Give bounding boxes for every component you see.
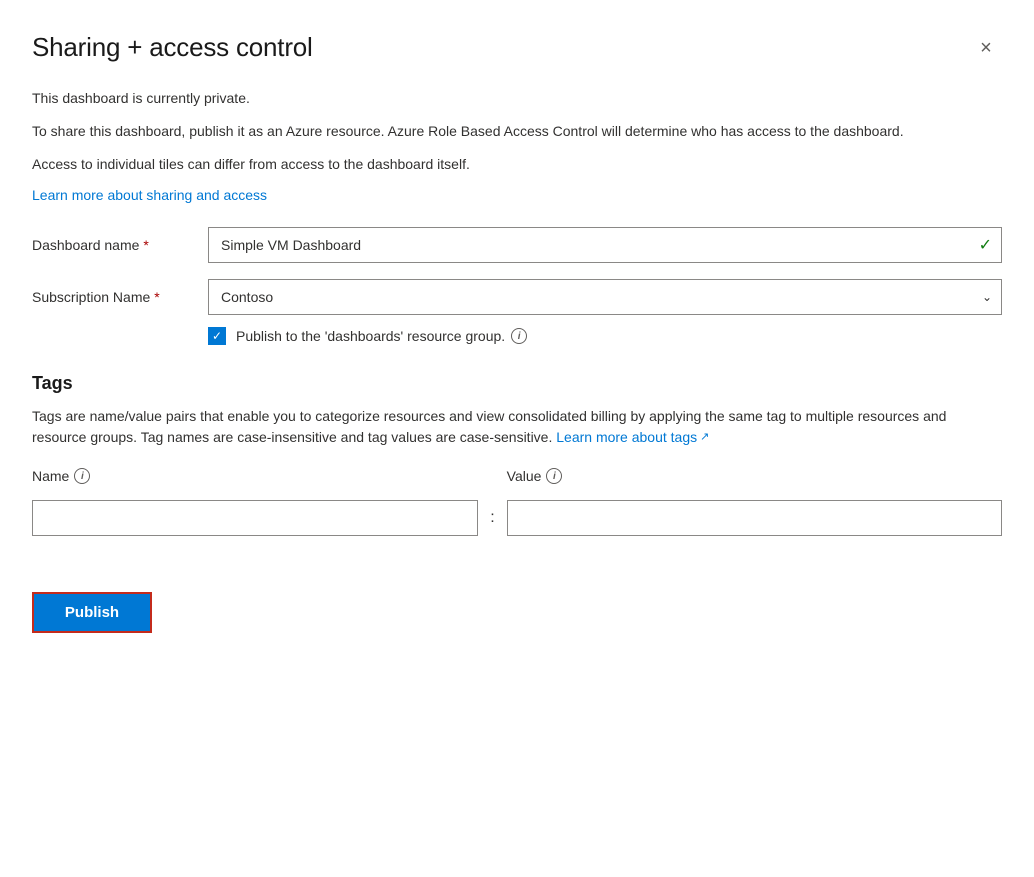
- external-link-icon: ↗: [700, 429, 709, 446]
- tags-inputs-row: :: [32, 500, 1002, 536]
- publish-info-icon[interactable]: i: [511, 328, 527, 344]
- publish-checkbox-row: ✓ Publish to the 'dashboards' resource g…: [208, 327, 1002, 345]
- tags-value-label: Value i: [507, 468, 1002, 484]
- form-section: Dashboard name * ✓ Subscription Name * ⌄: [32, 227, 1002, 315]
- value-info-icon[interactable]: i: [546, 468, 562, 484]
- required-star-name: *: [143, 237, 148, 253]
- dashboard-name-input-wrapper: ✓: [208, 227, 1002, 263]
- private-text: This dashboard is currently private.: [32, 88, 1002, 109]
- publish-checkbox[interactable]: ✓: [208, 327, 226, 345]
- learn-more-sharing-link[interactable]: Learn more about sharing and access: [32, 187, 1002, 203]
- dialog-header: Sharing + access control ×: [32, 32, 1002, 64]
- learn-more-tags-link[interactable]: Learn more about tags ↗: [556, 427, 709, 448]
- share-text: To share this dashboard, publish it as a…: [32, 121, 1002, 142]
- tiles-text: Access to individual tiles can differ fr…: [32, 154, 1002, 175]
- tags-colon-separator: :: [478, 500, 506, 536]
- subscription-name-input-wrapper: ⌄: [208, 279, 1002, 315]
- dashboard-name-row: Dashboard name * ✓: [32, 227, 1002, 263]
- subscription-name-label: Subscription Name *: [32, 289, 192, 305]
- tags-labels-row: Name i Value i: [32, 468, 1002, 492]
- publish-button[interactable]: Publish: [32, 592, 152, 633]
- tags-value-col: Value i: [507, 468, 1002, 492]
- tag-name-input[interactable]: [32, 500, 478, 536]
- dashboard-name-input[interactable]: [208, 227, 1002, 263]
- close-icon: ×: [980, 37, 992, 60]
- tags-description: Tags are name/value pairs that enable yo…: [32, 406, 1002, 448]
- tags-colon-spacer: [478, 474, 506, 492]
- footer: Publish: [32, 576, 1002, 633]
- publish-checkbox-label: Publish to the 'dashboards' resource gro…: [236, 328, 527, 344]
- tag-value-input[interactable]: [507, 500, 1002, 536]
- name-info-icon[interactable]: i: [74, 468, 90, 484]
- tags-title: Tags: [32, 373, 1002, 394]
- checkmark-icon: ✓: [979, 235, 992, 255]
- tags-name-col: Name i: [32, 468, 478, 492]
- subscription-name-input[interactable]: [208, 279, 1002, 315]
- tags-name-label: Name i: [32, 468, 478, 484]
- tags-section: Tags Tags are name/value pairs that enab…: [32, 373, 1002, 536]
- dialog-title: Sharing + access control: [32, 32, 313, 63]
- sharing-access-control-dialog: Sharing + access control × This dashboar…: [0, 0, 1034, 877]
- dashboard-name-label: Dashboard name *: [32, 237, 192, 253]
- required-star-subscription: *: [154, 289, 159, 305]
- checkbox-checkmark-icon: ✓: [212, 330, 222, 342]
- subscription-name-row: Subscription Name * ⌄: [32, 279, 1002, 315]
- close-button[interactable]: ×: [970, 32, 1002, 64]
- dialog-body: This dashboard is currently private. To …: [32, 88, 1002, 845]
